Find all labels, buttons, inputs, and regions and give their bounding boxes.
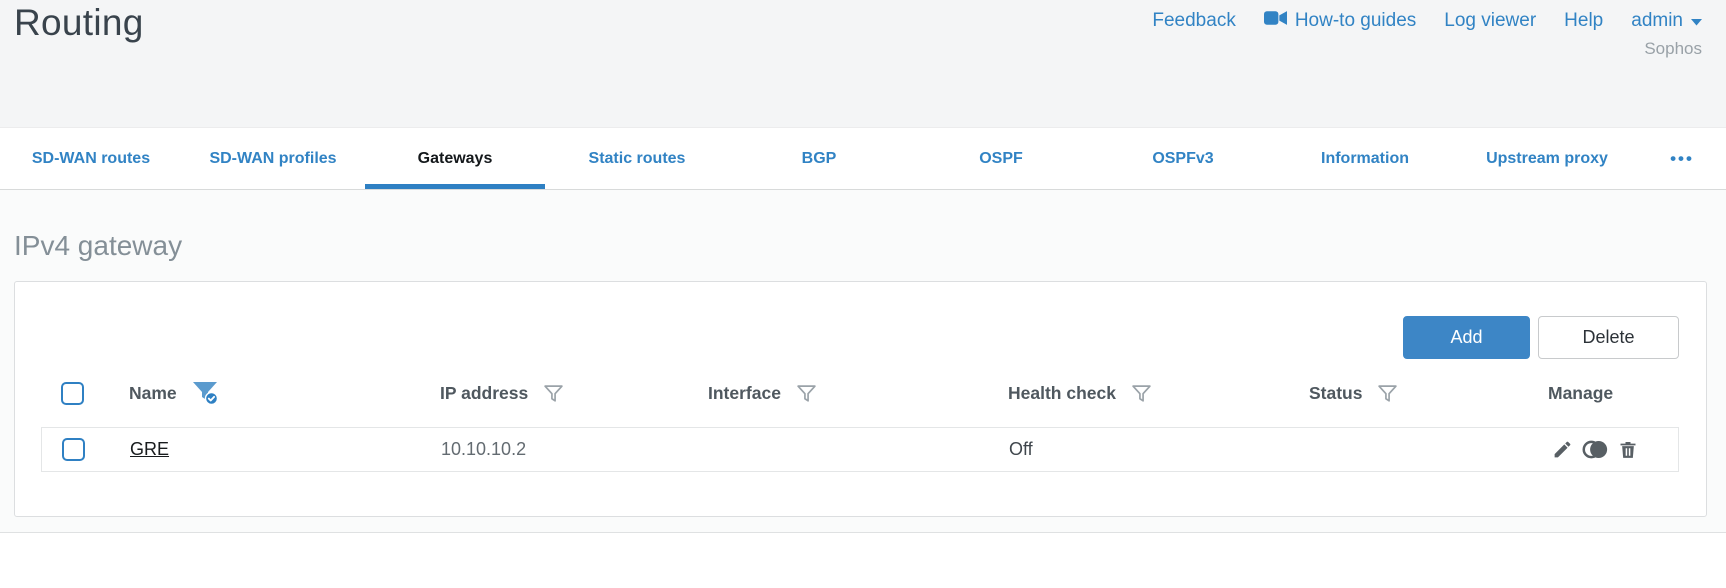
content-area: IPv4 gateway Add Delete Name IP address [0,190,1726,533]
top-header: Routing Feedback How-to guides Log viewe… [0,0,1726,127]
delete-button[interactable]: Delete [1538,316,1679,359]
section-heading: IPv4 gateway [14,230,183,261]
video-camera-icon [1263,10,1287,32]
table-row: GRE 10.10.10.2 Off [41,427,1679,472]
deactivate-icon[interactable] [1582,439,1609,460]
gateway-card: Add Delete Name IP address Interface Hea… [14,281,1707,517]
filter-icon[interactable] [1131,383,1152,404]
gateway-ip: 10.10.10.2 [441,439,527,459]
page-title: Routing [14,2,144,43]
table-actions: Add Delete [41,316,1679,359]
tab-ospfv3[interactable]: OSPFv3 [1092,128,1274,189]
gateway-health-check: Off [1009,439,1033,459]
tab-information[interactable]: Information [1274,128,1456,189]
column-header-name: Name [129,382,177,403]
tab-gateways[interactable]: Gateways [364,128,546,189]
more-tabs-button[interactable]: ••• [1638,128,1726,189]
help-link[interactable]: Help [1564,10,1603,32]
brand-label: Sophos [1644,39,1702,58]
column-header-interface: Interface [708,382,781,403]
row-checkbox[interactable] [62,438,85,461]
howto-guides-link[interactable]: How-to guides [1263,10,1416,32]
column-header-health-check: Health check [1008,382,1116,403]
select-all-checkbox[interactable] [61,381,84,405]
add-button[interactable]: Add [1403,316,1530,359]
tab-sdwan-routes[interactable]: SD-WAN routes [0,128,182,189]
chevron-down-icon [1691,10,1702,32]
tab-bgp[interactable]: BGP [728,128,910,189]
filter-active-icon[interactable] [192,381,219,405]
filter-icon[interactable] [1377,383,1398,404]
feedback-link[interactable]: Feedback [1152,10,1235,32]
manage-cell [1549,439,1678,460]
filter-icon[interactable] [543,383,564,404]
column-header-ip-address: IP address [440,382,529,403]
log-viewer-link[interactable]: Log viewer [1444,10,1536,32]
tab-static-routes[interactable]: Static routes [546,128,728,189]
admin-menu[interactable]: admin [1631,10,1702,32]
column-header-manage: Manage [1548,382,1614,403]
top-right-area: Feedback How-to guides Log viewer Help a… [1152,0,1702,127]
tab-ospf[interactable]: OSPF [910,128,1092,189]
delete-icon[interactable] [1618,439,1638,460]
tab-bar: SD-WAN routes SD-WAN profiles Gateways S… [0,127,1726,190]
tab-sdwan-profiles[interactable]: SD-WAN profiles [182,128,364,189]
table-header: Name IP address Interface Health check S… [41,375,1679,411]
column-header-status: Status [1309,382,1363,403]
gateway-name-link[interactable]: GRE [130,439,169,459]
edit-icon[interactable] [1552,439,1573,460]
filter-icon[interactable] [796,383,817,404]
tab-upstream-proxy[interactable]: Upstream proxy [1456,128,1638,189]
